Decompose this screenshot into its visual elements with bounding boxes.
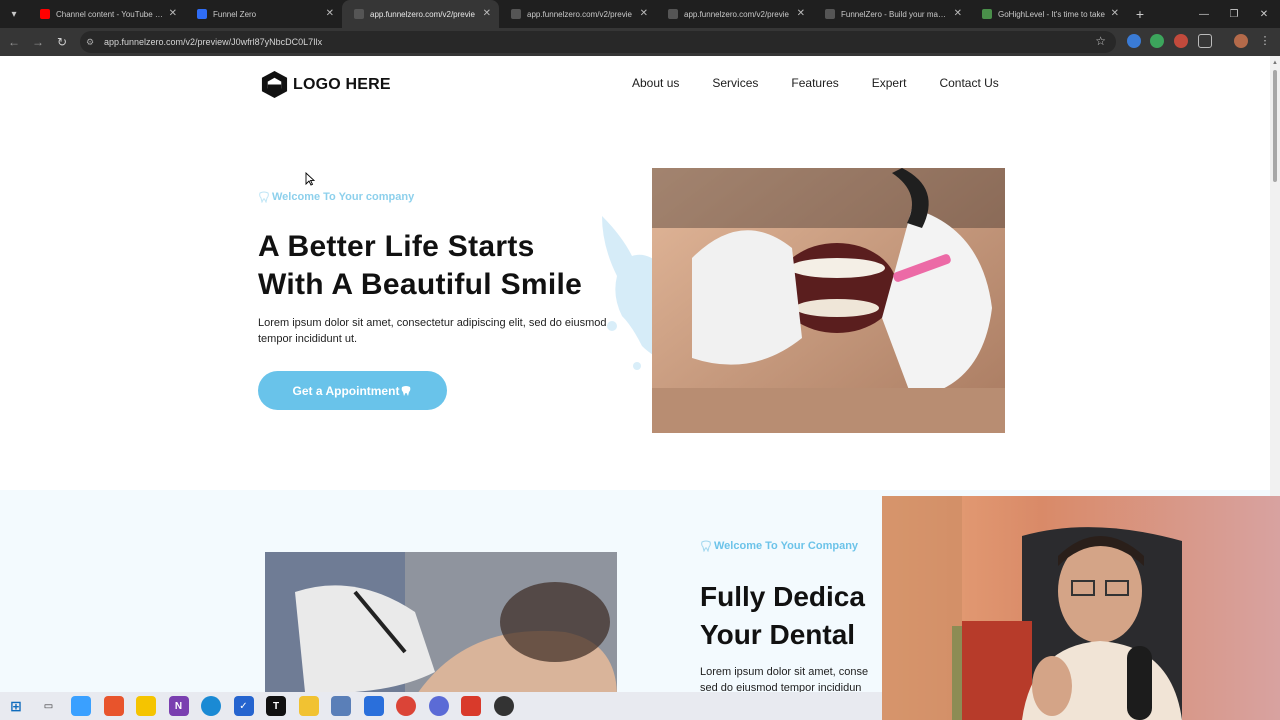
webcam-overlay [882, 496, 1280, 720]
tooth-icon [402, 385, 411, 396]
tab-favicon-icon [825, 9, 835, 19]
tab-close-icon[interactable]: ✕ [640, 8, 648, 20]
nav-about-us[interactable]: About us [632, 76, 679, 90]
tab-favicon-icon [40, 9, 50, 19]
hero-headline-line1: A Better Life Starts [258, 230, 535, 263]
profile-avatar[interactable] [1234, 34, 1248, 48]
site-info-icon[interactable]: ⚙ [86, 37, 100, 48]
extension-icon[interactable] [1150, 34, 1164, 48]
logo[interactable]: LOGO HERE [260, 70, 391, 99]
windows-taskbar: ⊞ ▭ N ✓ T [0, 692, 882, 720]
copilot-icon[interactable] [71, 696, 91, 716]
scrollbar-thumb[interactable] [1273, 70, 1277, 182]
hero-eyebrow: Welcome To Your company [258, 191, 414, 203]
tooth-icon [701, 540, 711, 552]
scroll-up-icon[interactable]: ▲ [1272, 60, 1278, 66]
browser-tab[interactable]: app.funnelzero.com/v2/previe ✕ [656, 0, 813, 28]
hero-headline-line2: With A Beautiful Smile [258, 268, 583, 301]
section2-eyebrow: Welcome To Your Company [700, 540, 858, 552]
hexagon-logo-icon [261, 70, 288, 99]
hero-headline: A Better Life Starts With A Beautiful Sm… [258, 228, 582, 304]
todo-icon[interactable]: ✓ [233, 696, 254, 716]
tab-search-icon[interactable]: ▾ [0, 0, 28, 28]
cta-label: Get a Appointment [292, 383, 400, 398]
tab-strip: ▾ Channel content - YouTube Stu ✕ Funnel Z… [0, 0, 1280, 28]
get-appointment-button[interactable]: Get a Appointment [258, 371, 447, 410]
menu-kebab-icon[interactable]: ⋮ [1258, 34, 1272, 48]
restore-icon[interactable]: ❐ [1218, 0, 1250, 28]
extensions-puzzle-icon[interactable] [1198, 34, 1212, 48]
tab-close-icon[interactable]: ✕ [954, 8, 962, 20]
tab-close-icon[interactable]: ✕ [1111, 8, 1119, 20]
section2-headline: Fully Dedica Your Dental [700, 578, 865, 654]
obs-icon[interactable] [493, 696, 514, 716]
address-bar[interactable]: ⚙ app.funnelzero.com/v2/preview/J0wfrl87… [80, 31, 1116, 53]
section2-headline-line1: Fully Dedica [700, 581, 865, 612]
section2-lead-line1: Lorem ipsum dolor sit amet, conse [700, 666, 869, 678]
calculator-icon[interactable] [331, 696, 351, 716]
tab-label: Channel content - YouTube Stu [56, 9, 163, 19]
logo-text: LOGO HERE [293, 75, 391, 93]
mouse-cursor-icon [305, 172, 315, 186]
back-arrow-icon[interactable]: ← [2, 28, 26, 56]
dental-patient-photo [265, 552, 617, 692]
chrome-icon[interactable] [396, 696, 416, 716]
tab-label: app.funnelzero.com/v2/previe [370, 9, 475, 19]
tab-favicon-icon [511, 9, 521, 19]
minimize-icon[interactable]: — [1188, 0, 1220, 28]
browser-tab[interactable]: FunnelZero - Build your marke ✕ [813, 0, 970, 28]
office-icon[interactable] [103, 696, 124, 716]
tab-close-icon[interactable]: ✕ [483, 8, 491, 20]
browser-tab[interactable]: app.funnelzero.com/v2/previe ✕ [342, 0, 499, 28]
task-view-icon[interactable]: ▭ [39, 696, 59, 716]
nav-features[interactable]: Features [791, 76, 838, 90]
file-explorer-icon[interactable] [298, 696, 319, 716]
url-text: app.funnelzero.com/v2/preview/J0wfrl87yN… [104, 37, 323, 47]
bookmark-star-icon[interactable]: ☆ [1095, 34, 1106, 48]
sticky-notes-icon[interactable] [136, 696, 156, 716]
tab-favicon-icon [197, 9, 207, 19]
section2-lead-line2: sed do eiusmod tempor incididun [700, 682, 862, 692]
extension-icon[interactable] [1174, 34, 1188, 48]
toolbar: ← → ↻ ⚙ app.funnelzero.com/v2/preview/J0… [0, 28, 1280, 56]
windows-app-icon[interactable] [363, 696, 384, 716]
new-tab-button[interactable]: + [1127, 6, 1153, 22]
onenote-icon[interactable]: N [168, 696, 189, 716]
tab-label: app.funnelzero.com/v2/previe [684, 9, 789, 19]
tab-close-icon[interactable]: ✕ [326, 8, 334, 20]
section2-eyebrow-text: Welcome To Your Company [714, 540, 859, 552]
browser-tab[interactable]: app.funnelzero.com/v2/previe ✕ [499, 0, 656, 28]
windows-start-icon[interactable]: ⊞ [6, 696, 26, 716]
hero-lead-text: Lorem ipsum dolor sit amet, consectetur … [258, 317, 607, 345]
nav-services[interactable]: Services [712, 76, 758, 90]
main-nav: About us Services Features Expert Contac… [632, 76, 999, 90]
tab-favicon-icon [982, 9, 992, 19]
tab-close-icon[interactable]: ✕ [169, 8, 177, 20]
reload-icon[interactable]: ↻ [50, 28, 74, 56]
tradingview-icon[interactable]: T [266, 696, 286, 716]
edge-icon[interactable] [201, 696, 221, 716]
extension-icon[interactable] [1127, 34, 1141, 48]
browser-tab[interactable]: GoHighLevel - It's time to take ✕ [970, 0, 1127, 28]
forward-arrow-icon[interactable]: → [26, 28, 50, 56]
tab-label: app.funnelzero.com/v2/previe [527, 9, 632, 19]
tab-label: FunnelZero - Build your marke [841, 9, 948, 19]
tab-close-icon[interactable]: ✕ [797, 8, 805, 20]
tab-label: GoHighLevel - It's time to take [998, 9, 1105, 19]
browser-tab[interactable]: Channel content - YouTube Stu ✕ [28, 0, 185, 28]
nav-expert[interactable]: Expert [872, 76, 907, 90]
camtasia-icon[interactable] [461, 696, 481, 716]
chrome-beta-icon[interactable] [428, 696, 449, 716]
tab-favicon-icon [668, 9, 678, 19]
hero-eyebrow-text: Welcome To Your company [272, 191, 415, 203]
nav-contact-us[interactable]: Contact Us [939, 76, 998, 90]
tab-label: Funnel Zero [213, 9, 257, 19]
section2-headline-line2: Your Dental [700, 619, 856, 650]
tooth-icon [259, 191, 269, 203]
browser-tab[interactable]: Funnel Zero ✕ [185, 0, 342, 28]
tab-favicon-icon [354, 9, 364, 19]
close-window-icon[interactable]: ✕ [1248, 0, 1280, 28]
dental-exam-photo [652, 168, 1005, 433]
